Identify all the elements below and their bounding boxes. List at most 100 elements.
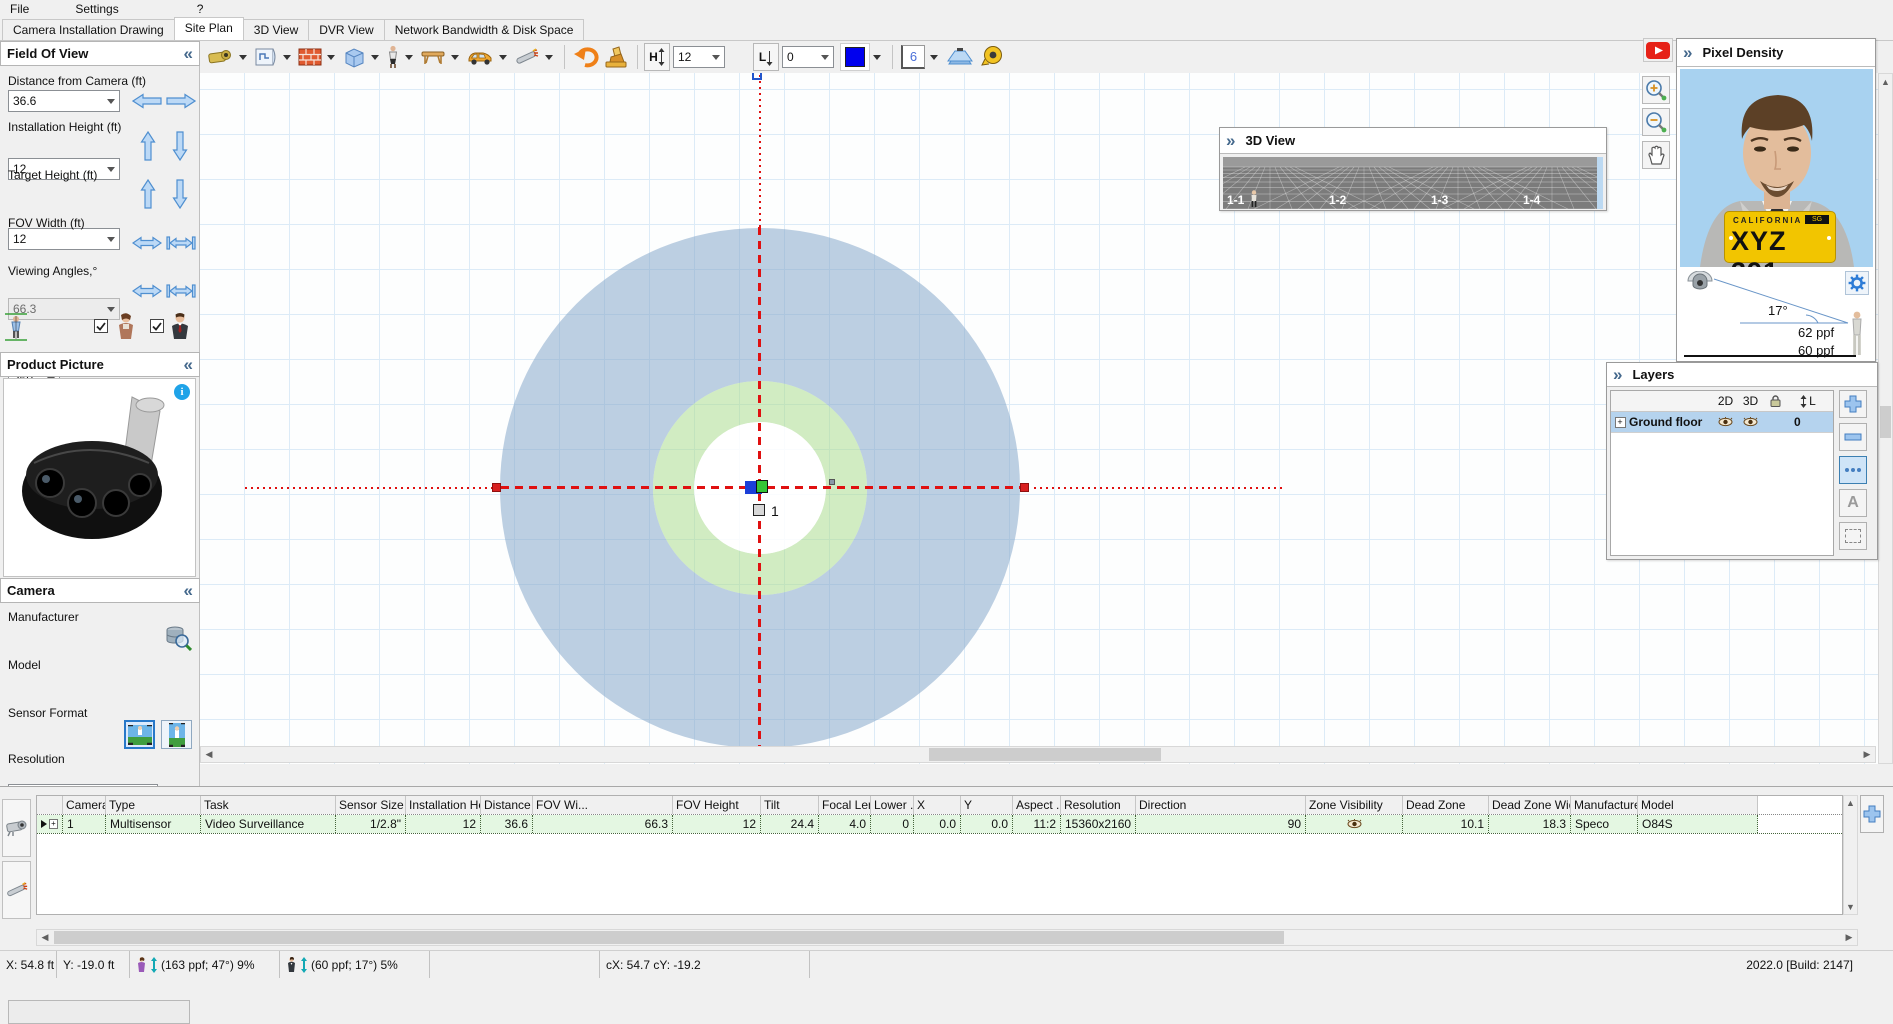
table-cell[interactable]: 0 [871, 815, 914, 833]
angle-expand-arrow[interactable] [132, 283, 162, 299]
menu-help[interactable]: ? [187, 1, 214, 17]
add-person-button[interactable] [384, 43, 402, 71]
menu-file[interactable]: File [0, 1, 39, 17]
table-cell[interactable]: Speco [1571, 815, 1638, 833]
database-search-button[interactable] [162, 624, 194, 652]
scroll-up-arrow[interactable]: ▲ [1844, 796, 1857, 810]
layer-level-button[interactable]: L [753, 43, 779, 71]
layer-properties-button[interactable] [1839, 456, 1867, 484]
lower-install-height-arrow[interactable] [172, 131, 188, 161]
scroll-right-arrow[interactable]: ▶ [1859, 747, 1875, 762]
portrait-orientation-button[interactable] [161, 720, 192, 749]
table-column-header[interactable]: Tilt [761, 796, 819, 814]
table-column-header[interactable]: Lower ... [871, 796, 914, 814]
table-cell[interactable]: O84S [1638, 815, 1758, 833]
add-wall-button[interactable] [296, 43, 324, 71]
table-column-header[interactable]: Sensor Size [336, 796, 406, 814]
tab-network-bandwidth[interactable]: Network Bandwidth & Disk Space [384, 19, 585, 40]
canvas-scroll-thumb[interactable] [929, 748, 1161, 761]
table-cell[interactable]: 0.0 [961, 815, 1013, 833]
grid-dropdown-arrow[interactable] [930, 55, 938, 60]
collapse-panel-icon[interactable]: « [184, 45, 193, 62]
angle-fit-arrow[interactable] [166, 283, 196, 299]
table-column-header[interactable]: Direction [1136, 796, 1306, 814]
scroll-left-arrow[interactable]: ◀ [201, 747, 217, 762]
expand-layer-icon[interactable]: + [1615, 417, 1626, 428]
cable-dropdown-arrow[interactable] [545, 55, 553, 60]
layer-text-button[interactable]: A [1839, 489, 1867, 517]
distance-combo[interactable]: 36.6 [8, 90, 120, 112]
table-cell[interactable]: 12 [673, 815, 761, 833]
layer-3d-visibility-toggle[interactable] [1738, 417, 1763, 427]
canvas-horizontal-scrollbar[interactable]: ◀ ▶ [200, 746, 1876, 763]
landscape-orientation-button[interactable] [124, 720, 155, 749]
level-value-combo[interactable]: 0 [782, 46, 834, 68]
fov-left-handle[interactable] [492, 483, 501, 492]
target-height-combo[interactable]: 12 [8, 228, 120, 250]
table-cell[interactable]: 1/2.8" [336, 815, 406, 833]
tab-camera-installation-drawing[interactable]: Camera Installation Drawing [2, 19, 175, 40]
tab-site-plan[interactable]: Site Plan [174, 17, 244, 40]
table-column-header[interactable]: X [914, 796, 961, 814]
table-cell[interactable]: 12 [406, 815, 481, 833]
table-column-header[interactable]: Dead Zone [1403, 796, 1489, 814]
cable-list-tool-button[interactable] [2, 861, 31, 919]
height-value-combo[interactable]: 12 [673, 46, 725, 68]
color-swatch-button[interactable] [840, 43, 870, 71]
table-cell[interactable]: 66.3 [533, 815, 673, 833]
table-cell[interactable]: 36.6 [481, 815, 533, 833]
decrease-distance-arrow[interactable] [132, 93, 162, 109]
furniture-dropdown-arrow[interactable] [451, 55, 459, 60]
measure-tape-button[interactable] [977, 43, 1007, 71]
raise-target-height-arrow[interactable] [140, 179, 156, 209]
increase-distance-arrow[interactable] [166, 93, 196, 109]
show-woman-checkbox[interactable] [94, 319, 108, 333]
3d-view-scroll-strip[interactable] [1597, 157, 1603, 209]
menu-settings[interactable]: Settings [65, 1, 128, 17]
table-cell[interactable]: 11:2 [1013, 815, 1061, 833]
add-table-row-button[interactable] [1860, 795, 1884, 833]
camera-list-tool-button[interactable] [2, 799, 31, 857]
table-column-header[interactable]: Aspect ... [1013, 796, 1061, 814]
table-column-header[interactable]: Focal Len... [819, 796, 871, 814]
lower-target-height-arrow[interactable] [172, 179, 188, 209]
window-scroll-thumb[interactable] [1880, 406, 1891, 438]
scroll-down-arrow[interactable]: ▼ [1844, 900, 1857, 914]
table-column-header[interactable]: Zone Visibility [1306, 796, 1403, 814]
table-cell[interactable]: 10.1 [1403, 815, 1489, 833]
camera-dropdown-arrow[interactable] [239, 55, 247, 60]
table-vertical-scrollbar[interactable]: ▲ ▼ [1843, 795, 1858, 915]
tab-3d-view[interactable]: 3D View [243, 19, 309, 40]
3d-view-preview[interactable]: 1-1 1-2 1-3 1-4 [1223, 157, 1599, 209]
box-dropdown-arrow[interactable] [371, 55, 379, 60]
raise-install-height-arrow[interactable] [140, 131, 156, 161]
fov-right-handle[interactable] [1020, 483, 1029, 492]
row-selector-cell[interactable]: + [37, 815, 63, 833]
color-dropdown-arrow[interactable] [873, 55, 881, 60]
layer-2d-visibility-toggle[interactable] [1713, 417, 1738, 427]
show-man-checkbox[interactable] [150, 319, 164, 333]
layer-row-ground-floor[interactable]: + Ground floor 0 [1611, 412, 1833, 433]
resolution-combo[interactable] [8, 1000, 190, 1024]
camera-label-anchor[interactable] [753, 504, 765, 516]
table-column-header[interactable]: Resolution [1061, 796, 1136, 814]
table-cell[interactable]: 1 [63, 815, 106, 833]
expand-panel-icon[interactable]: » [1683, 44, 1692, 61]
expand-row-icon[interactable]: + [49, 819, 58, 829]
person-dropdown-arrow[interactable] [405, 55, 413, 60]
table-column-header[interactable]: Installation He... [406, 796, 481, 814]
table-cell[interactable]: Multisensor [106, 815, 201, 833]
fov-width-expand-arrow[interactable] [132, 235, 162, 251]
add-plan-button[interactable] [252, 43, 280, 71]
add-box-button[interactable] [340, 43, 368, 71]
grid-size-button[interactable]: 6 [899, 43, 927, 71]
scroll-left-arrow[interactable]: ◀ [37, 930, 53, 945]
add-camera-button[interactable] [206, 43, 236, 71]
table-column-header[interactable]: Distance [481, 796, 533, 814]
table-column-header[interactable]: Model [1638, 796, 1758, 814]
table-cell[interactable]: 18.3 [1489, 815, 1571, 833]
table-cell[interactable]: 24.4 [761, 815, 819, 833]
table-column-header[interactable]: Manufacturer [1571, 796, 1638, 814]
collapse-panel-icon[interactable]: « [184, 356, 193, 373]
table-scroll-thumb[interactable] [54, 931, 1284, 944]
